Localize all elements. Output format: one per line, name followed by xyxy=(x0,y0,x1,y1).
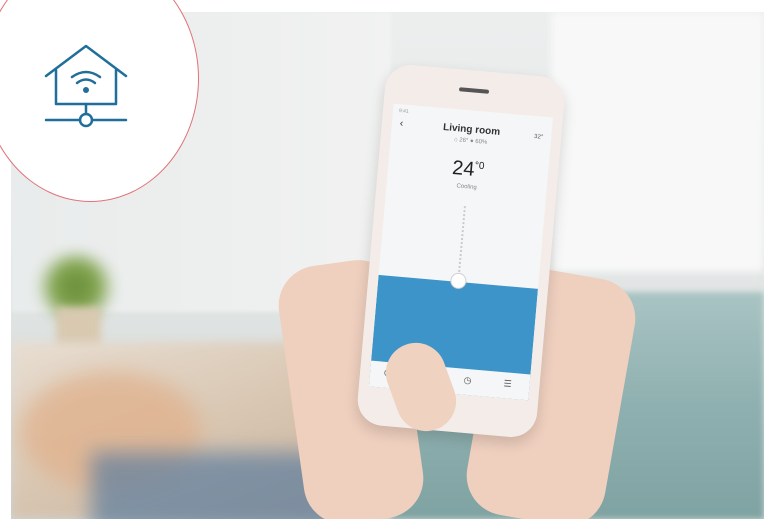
status-time: 9:41 xyxy=(398,108,409,115)
timer-icon[interactable]: ◷ xyxy=(463,375,472,387)
setpoint-decimal: 0 xyxy=(478,160,485,173)
setpoint-value: 24 xyxy=(451,156,476,181)
temperature-scale xyxy=(457,206,468,277)
photo-scene: 9:41 ‹ Living room 32° ⌂ 26° ● 60% 24°0 … xyxy=(0,0,764,519)
blurred-window xyxy=(551,12,764,272)
phone-speaker xyxy=(458,87,490,94)
settings-icon[interactable]: ☰ xyxy=(503,378,512,390)
outdoor-temperature: 32° xyxy=(533,133,544,141)
smart-home-wifi-icon xyxy=(44,44,128,128)
